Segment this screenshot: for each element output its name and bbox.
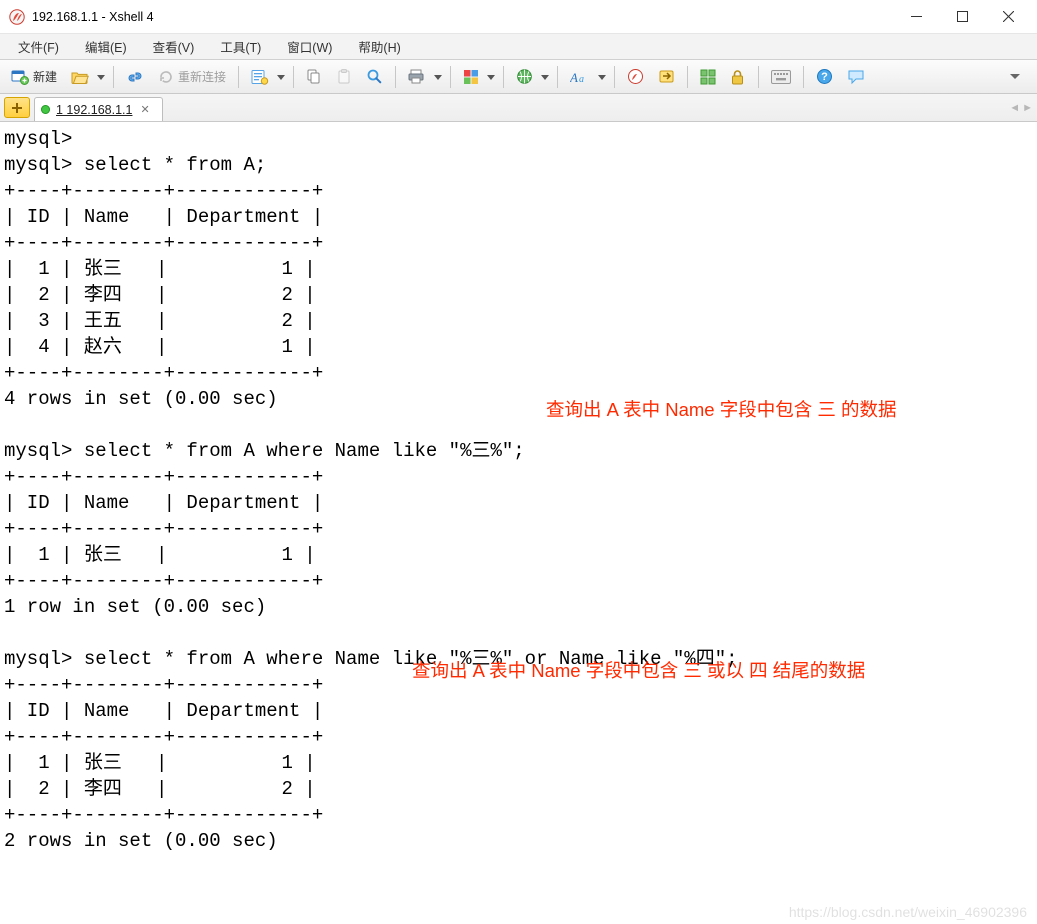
xshell-icon-button[interactable] <box>622 64 649 90</box>
copy-button[interactable] <box>301 64 327 90</box>
menu-bar: 文件(F) 编辑(E) 查看(V) 工具(T) 窗口(W) 帮助(H) <box>0 34 1037 60</box>
menu-help[interactable]: 帮助(H) <box>348 34 410 59</box>
toolbar: 新建 重新连接 <box>0 60 1037 94</box>
print-button[interactable] <box>403 64 431 90</box>
font-dropdown[interactable] <box>597 64 607 90</box>
tab-label: 1 192.168.1.1 <box>56 103 132 117</box>
menu-edit[interactable]: 编辑(E) <box>75 34 137 59</box>
svg-text:A: A <box>570 70 578 85</box>
tab-status-icon <box>41 105 50 114</box>
link-button[interactable] <box>121 64 149 90</box>
reconnect-button[interactable]: 重新连接 <box>153 64 231 90</box>
xftp-button[interactable] <box>653 64 680 90</box>
paste-button[interactable] <box>331 64 357 90</box>
menu-view[interactable]: 查看(V) <box>143 34 205 59</box>
menu-window[interactable]: 窗口(W) <box>277 34 342 59</box>
toolbar-overflow[interactable] <box>1005 64 1031 90</box>
properties-dropdown[interactable] <box>276 64 286 90</box>
tab-close-icon[interactable]: ✕ <box>138 103 151 116</box>
font-button[interactable]: A a <box>565 64 595 90</box>
reconnect-label: 重新连接 <box>178 68 226 85</box>
close-button[interactable] <box>985 2 1031 32</box>
tab-next-button[interactable]: ► <box>1022 102 1033 114</box>
new-session-button[interactable]: 新建 <box>6 64 62 90</box>
print-dropdown[interactable] <box>433 64 443 90</box>
language-dropdown[interactable] <box>540 64 550 90</box>
color-scheme-button[interactable] <box>458 64 484 90</box>
find-button[interactable] <box>361 64 388 90</box>
session-tab[interactable]: 1 192.168.1.1 ✕ <box>34 97 163 121</box>
tab-strip: 1 192.168.1.1 ✕ ◄ ► <box>0 94 1037 122</box>
open-button[interactable] <box>66 64 94 90</box>
terminal-output[interactable]: mysql> mysql> select * from A; +----+---… <box>0 122 1037 924</box>
terminal-area: mysql> mysql> select * from A; +----+---… <box>0 122 1037 924</box>
maximize-button[interactable] <box>939 2 985 32</box>
help-button[interactable]: ? <box>811 64 838 90</box>
menu-tools[interactable]: 工具(T) <box>210 34 271 59</box>
menu-file[interactable]: 文件(F) <box>8 34 69 59</box>
minimize-button[interactable] <box>893 2 939 32</box>
lock-button[interactable] <box>725 64 751 90</box>
open-dropdown[interactable] <box>96 64 106 90</box>
new-tab-button[interactable] <box>4 97 30 118</box>
new-session-label: 新建 <box>33 68 57 85</box>
feedback-button[interactable] <box>842 64 870 90</box>
tab-prev-button[interactable]: ◄ <box>1009 102 1020 114</box>
keyboard-button[interactable] <box>766 64 796 90</box>
window-title: 192.168.1.1 - Xshell 4 <box>32 10 154 24</box>
tab-nav: ◄ ► <box>1009 94 1033 121</box>
svg-text:a: a <box>579 74 584 85</box>
title-bar: 192.168.1.1 - Xshell 4 <box>0 0 1037 34</box>
tile-button[interactable] <box>695 64 721 90</box>
language-button[interactable] <box>511 64 538 90</box>
svg-text:?: ? <box>821 71 828 83</box>
app-icon <box>8 8 26 26</box>
color-scheme-dropdown[interactable] <box>486 64 496 90</box>
properties-button[interactable] <box>246 64 274 90</box>
